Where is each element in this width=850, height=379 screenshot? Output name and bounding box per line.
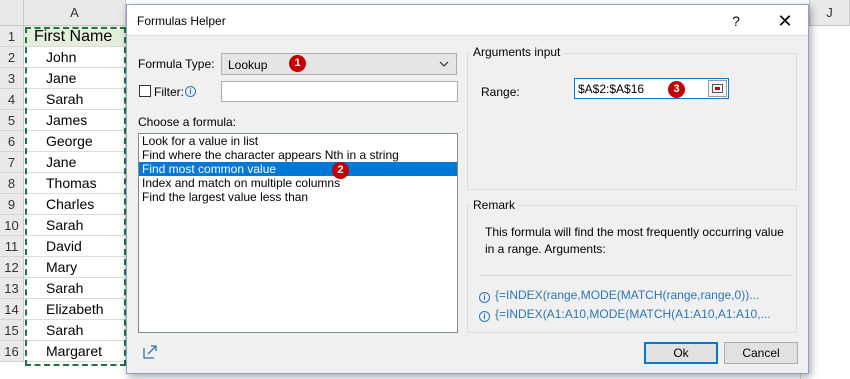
example-link-2[interactable]: i {=INDEX(A1:A10,MODE(MATCH(A1:A10,A1:A10… [479, 307, 771, 322]
remark-text: This formula will find the most frequent… [485, 225, 784, 256]
row-header[interactable]: 13 [0, 278, 24, 299]
dialog-title: Formulas Helper [137, 14, 226, 28]
row-header[interactable]: 12 [0, 257, 24, 278]
expand-icon[interactable] [142, 344, 158, 360]
row-header[interactable]: 15 [0, 320, 24, 341]
row-header[interactable]: 8 [0, 173, 24, 194]
info-icon: i [479, 311, 490, 322]
close-icon[interactable]: ✕ [774, 10, 796, 32]
choose-formula-label: Choose a formula: [138, 115, 237, 129]
name-cell[interactable]: Jane [24, 68, 126, 89]
arguments-group [467, 53, 797, 190]
remark-separator [479, 275, 791, 276]
row-header[interactable]: 5 [0, 110, 24, 131]
column-header-a[interactable]: A [24, 0, 126, 26]
row-header[interactable]: 6 [0, 131, 24, 152]
name-cell[interactable]: James [24, 110, 126, 131]
name-cell[interactable]: Jane [24, 152, 126, 173]
step-badge-2: 2 [332, 162, 349, 179]
row-header[interactable]: 7 [0, 152, 24, 173]
row-header[interactable]: 10 [0, 215, 24, 236]
example-link-1[interactable]: i {=INDEX(range,MODE(MATCH(range,range,0)… [479, 288, 759, 303]
row-header[interactable]: 14 [0, 299, 24, 320]
filter-label: Filter: [154, 85, 184, 99]
info-icon[interactable]: i [185, 86, 196, 97]
dialog-titlebar[interactable]: Formulas Helper ? ✕ [127, 5, 808, 36]
name-cell[interactable]: Margaret [24, 341, 126, 362]
step-badge-1: 1 [289, 55, 306, 72]
remark-title: Remark [470, 198, 519, 212]
name-cell[interactable]: George [24, 131, 126, 152]
formula-type-select[interactable]: Lookup [221, 53, 457, 75]
help-icon[interactable]: ? [726, 11, 746, 31]
column-header-j[interactable]: J [809, 0, 850, 26]
chevron-down-icon [438, 56, 450, 75]
formula-type-label: Formula Type: [138, 57, 215, 71]
formula-listbox[interactable]: Look for a value in list Find where the c… [138, 133, 458, 333]
formula-list-item[interactable]: Find the largest value less than [139, 190, 457, 204]
row-header[interactable]: 3 [0, 68, 24, 89]
formula-type-value: Lookup [228, 58, 268, 72]
name-cell[interactable]: Sarah [24, 89, 126, 110]
info-icon: i [479, 292, 490, 303]
row-header[interactable]: 16 [0, 341, 24, 362]
step-badge-3: 3 [668, 81, 685, 98]
name-cell[interactable]: David [24, 236, 126, 257]
column-title-cell[interactable]: First Name [24, 26, 126, 47]
filter-checkbox[interactable] [139, 85, 151, 97]
name-cell[interactable]: Elizabeth [24, 299, 126, 320]
range-label: Range: [481, 85, 520, 99]
name-cell[interactable]: John [24, 47, 126, 68]
range-input[interactable]: $A$2:$A$16 [574, 78, 729, 99]
name-cell[interactable]: Sarah [24, 320, 126, 341]
ok-button[interactable]: Ok [644, 342, 718, 364]
range-value: $A$2:$A$16 [578, 82, 645, 96]
row-header[interactable]: 9 [0, 194, 24, 215]
name-cell[interactable]: Thomas [24, 173, 126, 194]
row-header[interactable]: 11 [0, 236, 24, 257]
name-cell[interactable]: Mary [24, 257, 126, 278]
row-header[interactable]: 1 [0, 26, 24, 47]
formulas-helper-dialog: Formulas Helper ? ✕ Formula Type: Lookup… [126, 4, 809, 374]
row-header[interactable]: 4 [0, 89, 24, 110]
name-cell[interactable]: Sarah [24, 215, 126, 236]
formula-list-item[interactable]: Index and match on multiple columns [139, 176, 457, 190]
cancel-button[interactable]: Cancel [724, 342, 798, 364]
row-header[interactable]: 2 [0, 47, 24, 68]
arguments-title: Arguments input [470, 45, 564, 59]
formula-list-item[interactable]: Look for a value in list [139, 134, 457, 148]
formula-list-item[interactable]: Find where the character appears Nth in … [139, 148, 457, 162]
name-cell[interactable]: Sarah [24, 278, 126, 299]
formula-list-item[interactable]: Find most common value [139, 162, 457, 176]
name-cell[interactable]: Charles [24, 194, 126, 215]
range-select-icon[interactable] [708, 80, 727, 97]
select-all-corner[interactable] [0, 0, 24, 26]
filter-input[interactable] [221, 81, 458, 102]
